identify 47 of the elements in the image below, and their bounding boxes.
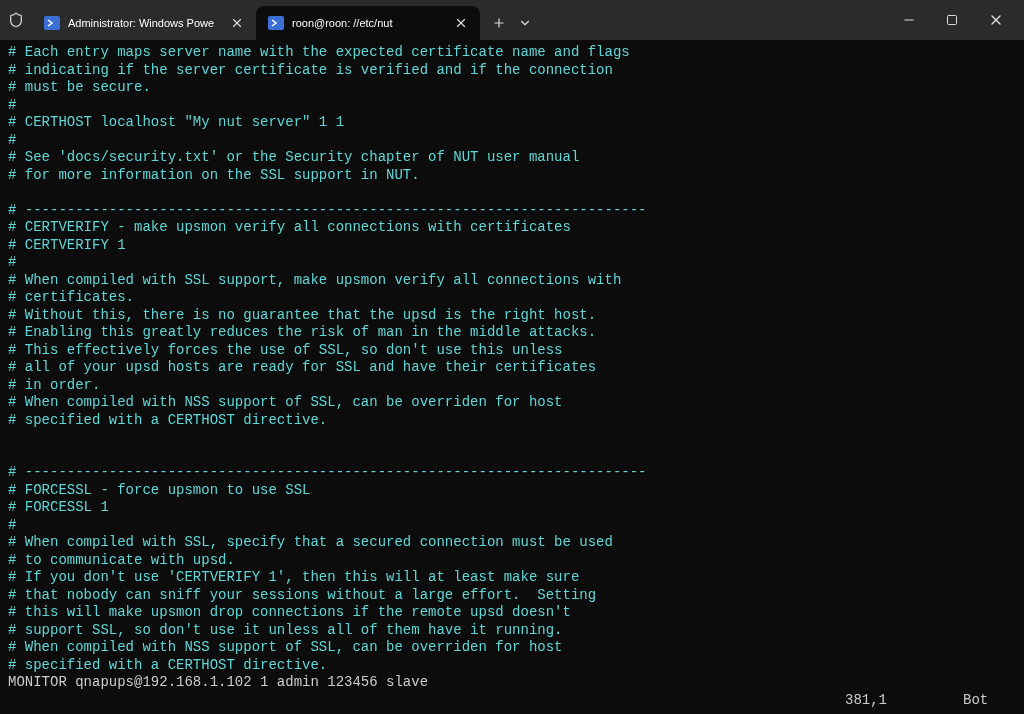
comment-line: # FORCESSL - force upsmon to use SSL xyxy=(8,481,311,499)
comment-line: # must be secure. xyxy=(8,79,151,97)
cursor-position: 381,1 xyxy=(845,691,887,709)
comment-line: # specified with a CERTHOST directive. xyxy=(8,656,328,674)
tab-title: roon@roon: //etc/nut xyxy=(292,15,394,31)
comment-line: # When compiled with SSL support, make upsmon verify all connections with xyxy=(8,271,622,289)
comment-line: # See 'docs/security.txt' or the Security chapter of NUT user manual xyxy=(8,149,580,167)
comment-line: # certificates. xyxy=(8,289,135,307)
comment-line: # xyxy=(8,254,17,272)
terminal-icon xyxy=(44,15,60,31)
close-tab-icon[interactable] xyxy=(454,16,468,30)
comment-line: # -------------------------------------------------------------------------- xyxy=(8,201,647,219)
tab[interactable]: roon@roon: //etc/nut xyxy=(256,6,480,40)
comment-line: # Without this, there is no guarantee that the upsd is the right host. xyxy=(8,306,597,324)
tab[interactable]: Administrator: Windows Powe xyxy=(32,6,256,40)
comment-line: # in order. xyxy=(8,376,101,394)
comment-line: # that nobody can sniff your sessions without a large effort. Setting xyxy=(8,586,597,604)
comment-line: # When compiled with NSS support of SSL, can be overriden for host xyxy=(8,639,563,657)
shield-icon xyxy=(8,12,24,28)
comment-line: # CERTVERIFY - make upsmon verify all connections with certificates xyxy=(8,219,571,237)
comment-line: # indicating if the server certificate is verified and if the connection xyxy=(8,61,613,79)
comment-line: # this will make upsmon drop connections if the remote upsd doesn't xyxy=(8,604,571,622)
comment-line: # specified with a CERTHOST directive. xyxy=(8,411,328,429)
comment-line: # When compiled with SSL, specify that a secured connection must be used xyxy=(8,534,613,552)
close-tab-icon[interactable] xyxy=(230,16,244,30)
new-tab-icon[interactable] xyxy=(492,16,506,30)
comment-line: # This effectively forces the use of SSL, so don't use this unless xyxy=(8,341,563,359)
comment-line: # If you don't use 'CERTVERIFY 1', then this will at least make sure xyxy=(8,569,580,587)
comment-line: # xyxy=(8,96,17,114)
comment-line: # -------------------------------------------------------------------------- xyxy=(8,464,647,482)
tab-title: Administrator: Windows Powe xyxy=(68,15,216,31)
comment-line: # Each entry maps server name with the expected certificate name and flags xyxy=(8,44,630,62)
terminal-icon xyxy=(268,15,284,31)
comment-line: # FORCESSL 1 xyxy=(8,499,109,517)
comment-line: # to communicate with upsd. xyxy=(8,551,235,569)
comment-line: # When compiled with NSS support of SSL, can be overriden for host xyxy=(8,394,563,412)
maximize-icon[interactable] xyxy=(946,14,958,26)
comment-line: # CERTHOST localhost "My nut server" 1 1 xyxy=(8,114,345,132)
scroll-position: Bot xyxy=(963,691,989,709)
comment-line: # xyxy=(8,131,17,149)
comment-line: # for more information on the SSL support in NUT. xyxy=(8,166,420,184)
comment-line: # CERTVERIFY 1 xyxy=(8,236,126,254)
code-line: MONITOR qnapups@192.168.1.102 1 admin 123456 slave xyxy=(8,674,429,692)
comment-line: # xyxy=(8,516,17,534)
comment-line: # support SSL, so don't use it unless all of them have it running. xyxy=(8,621,563,639)
comment-line: # all of your upsd hosts are ready for SSL and have their certificates xyxy=(8,359,597,377)
comment-line: # Enabling this greatly reduces the risk of man in the middle attacks. xyxy=(8,324,597,342)
